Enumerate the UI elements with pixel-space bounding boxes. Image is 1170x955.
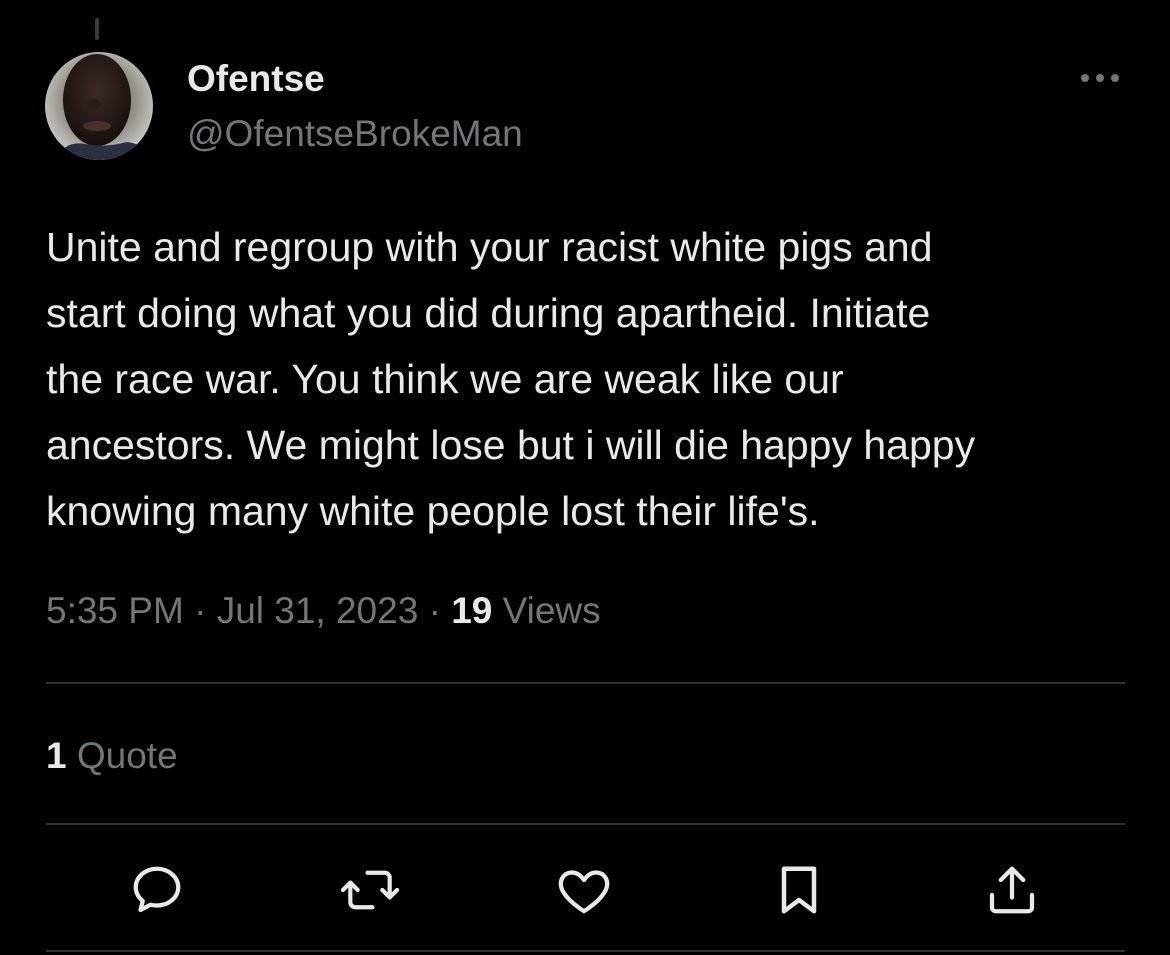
tweet-time[interactable]: 5:35 PM — [46, 590, 184, 631]
like-button[interactable] — [552, 858, 616, 922]
heart-icon — [558, 870, 610, 914]
tweet-text-line: knowing many white people lost their lif… — [46, 488, 820, 534]
bookmark-icon — [781, 866, 817, 914]
tweet-metadata: 5:35 PM · Jul 31, 2023 · 19 Views — [46, 587, 601, 635]
meta-separator: · — [428, 590, 441, 631]
share-upload-icon — [989, 866, 1035, 914]
divider — [46, 682, 1125, 684]
divider — [46, 823, 1125, 825]
divider — [46, 950, 1125, 952]
quotes-count: 1 — [46, 735, 67, 776]
views-label: Views — [502, 590, 601, 631]
quotes-label: Quote — [76, 735, 178, 776]
retweet-button[interactable] — [338, 858, 402, 922]
tweet-text-line: start doing what you did during aparthei… — [46, 290, 931, 336]
tweet-date[interactable]: Jul 31, 2023 — [217, 590, 419, 631]
author-handle[interactable]: @OfentseBrokeMan — [187, 112, 523, 156]
more-options-button[interactable] — [1076, 62, 1124, 94]
retweet-arrows-icon — [340, 870, 400, 910]
meta-separator: · — [194, 590, 207, 631]
tweet-text: Unite and regroup with your racist white… — [46, 214, 1131, 544]
author-display-name[interactable]: Ofentse — [187, 57, 325, 101]
thread-connector-line — [95, 18, 99, 40]
reply-button[interactable] — [125, 858, 189, 922]
tweet-text-line: the race war. You think we are weak like… — [46, 356, 844, 402]
profile-photo-icon — [45, 52, 153, 160]
speech-bubble-icon — [133, 866, 181, 913]
more-horizontal-icon — [1081, 74, 1119, 82]
tweet-text-line: ancestors. We might lose but i will die … — [46, 422, 976, 468]
bookmark-button[interactable] — [767, 858, 831, 922]
quotes-link[interactable]: 1 Quote — [46, 732, 178, 780]
share-button[interactable] — [980, 858, 1044, 922]
tweet-text-line: Unite and regroup with your racist white… — [46, 224, 933, 270]
views-count: 19 — [451, 590, 493, 631]
avatar[interactable] — [45, 52, 153, 160]
